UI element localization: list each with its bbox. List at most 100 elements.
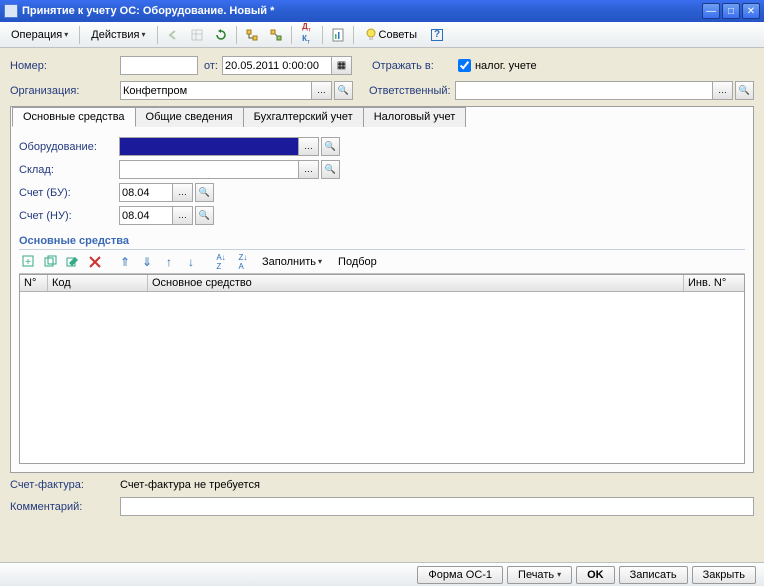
date-picker-button[interactable]: ▦	[332, 56, 352, 75]
tab-accounting[interactable]: Бухгалтерский учет	[243, 107, 364, 127]
tab-general[interactable]: Общие сведения	[135, 107, 244, 127]
search-icon: 🔍	[338, 85, 349, 96]
nav-back-button[interactable]	[162, 24, 184, 46]
maximize-button[interactable]: □	[722, 3, 740, 19]
separator	[79, 26, 80, 44]
org-input[interactable]	[120, 81, 312, 100]
move-up-button[interactable]: ↑	[159, 252, 179, 272]
copy-row-icon	[44, 255, 58, 269]
print-button[interactable]: Печать ▾	[507, 566, 572, 584]
acct-nu-search-button[interactable]: 🔍	[195, 206, 214, 225]
tips-label: Советы	[379, 29, 417, 41]
col-n[interactable]: N°	[20, 275, 48, 291]
tips-button[interactable]: Советы	[358, 25, 424, 45]
operation-label: Операция	[11, 29, 62, 41]
caret-down-icon: ▾	[142, 30, 146, 39]
delete-row-button[interactable]	[85, 252, 105, 272]
warehouse-search-button[interactable]: 🔍	[321, 160, 340, 179]
close-button[interactable]: Закрыть	[692, 566, 756, 584]
tab-tax[interactable]: Налоговый учет	[363, 107, 467, 127]
tax-checkbox[interactable]	[458, 59, 471, 72]
comment-label: Комментарий:	[10, 501, 120, 513]
resp-input[interactable]	[455, 81, 713, 100]
equipment-input[interactable]	[119, 137, 299, 156]
save-label: Записать	[630, 569, 677, 581]
link-icon	[269, 28, 283, 42]
delete-row-icon	[88, 255, 102, 269]
ok-label: OK	[587, 569, 604, 581]
bulb-icon	[365, 28, 377, 42]
print-label: Печать	[518, 569, 554, 581]
acct-bu-search-button[interactable]: 🔍	[195, 183, 214, 202]
search-icon: 🔍	[325, 164, 336, 175]
close-window-button[interactable]: ✕	[742, 3, 760, 19]
comment-input[interactable]	[120, 497, 754, 516]
form-os1-label: Форма ОС-1	[428, 569, 492, 581]
help-button[interactable]: ?	[426, 24, 448, 46]
calendar-button[interactable]	[186, 24, 208, 46]
add-row-button[interactable]: +	[19, 252, 39, 272]
up-icon: ↑	[166, 255, 172, 269]
edit-row-icon	[66, 255, 80, 269]
assets-toolbar: + ⇑ ⇓ ↑ ↓ A↓Z Z↓A Заполнить ▾ Подбор	[19, 250, 745, 274]
tab-main-assets[interactable]: Основные средства	[12, 107, 136, 127]
assets-section-title: Основные средства	[19, 229, 745, 250]
form-os1-button[interactable]: Форма ОС-1	[417, 566, 503, 584]
dtkt-icon: ДтКт	[302, 23, 311, 46]
fill-button[interactable]: Заполнить ▾	[255, 253, 329, 271]
refresh-button[interactable]	[210, 24, 232, 46]
acct-nu-input[interactable]	[119, 206, 173, 225]
resp-choose-button[interactable]: …	[713, 81, 733, 100]
warehouse-choose-button[interactable]: …	[299, 160, 319, 179]
invoice-value: Счет-фактура не требуется	[120, 479, 260, 491]
save-button[interactable]: Записать	[619, 566, 688, 584]
move-top-button[interactable]: ⇑	[115, 252, 135, 272]
form-body: Номер: от: ▦ Отражать в: налог. учете Ор…	[0, 48, 764, 520]
separator	[322, 26, 323, 44]
tree-icon	[245, 28, 259, 42]
resp-search-button[interactable]: 🔍	[735, 81, 754, 100]
warehouse-input[interactable]	[119, 160, 299, 179]
move-down-button[interactable]: ↓	[181, 252, 201, 272]
assets-table[interactable]: N° Код Основное средство Инв. N°	[19, 274, 745, 464]
sort-desc-button[interactable]: Z↓A	[233, 252, 253, 272]
sort-asc-button[interactable]: A↓Z	[211, 252, 231, 272]
separator	[157, 26, 158, 44]
search-icon: 🔍	[199, 187, 210, 198]
ok-button[interactable]: OK	[576, 566, 615, 584]
col-inv[interactable]: Инв. N°	[684, 275, 744, 291]
edit-row-button[interactable]	[63, 252, 83, 272]
report-icon	[332, 28, 344, 42]
equipment-label: Оборудование:	[19, 141, 119, 153]
separator	[353, 26, 354, 44]
minimize-button[interactable]: —	[702, 3, 720, 19]
caret-down-icon: ▾	[318, 257, 322, 266]
copy-row-button[interactable]	[41, 252, 61, 272]
double-up-icon: ⇑	[120, 255, 130, 269]
move-bottom-button[interactable]: ⇓	[137, 252, 157, 272]
col-os[interactable]: Основное средство	[148, 275, 684, 291]
refresh-icon	[215, 29, 227, 41]
tree-button[interactable]	[241, 24, 263, 46]
number-input[interactable]	[120, 56, 198, 75]
link-button[interactable]	[265, 24, 287, 46]
caret-down-icon: ▾	[64, 30, 68, 39]
acct-nu-choose-button[interactable]: …	[173, 206, 193, 225]
equipment-search-button[interactable]: 🔍	[321, 137, 340, 156]
acct-bu-input[interactable]	[119, 183, 173, 202]
org-search-button[interactable]: 🔍	[334, 81, 353, 100]
report-button[interactable]	[327, 24, 349, 46]
actions-menu[interactable]: Действия ▾	[84, 26, 152, 44]
tax-check-wrap[interactable]: налог. учете	[458, 59, 537, 72]
operation-menu[interactable]: Операция ▾	[4, 26, 75, 44]
date-input[interactable]	[222, 56, 332, 75]
warehouse-label: Склад:	[19, 164, 119, 176]
double-down-icon: ⇓	[142, 255, 152, 269]
equipment-choose-button[interactable]: …	[299, 137, 319, 156]
acct-bu-choose-button[interactable]: …	[173, 183, 193, 202]
close-label: Закрыть	[703, 569, 745, 581]
col-kod[interactable]: Код	[48, 275, 148, 291]
pick-button[interactable]: Подбор	[331, 253, 384, 271]
dtkt-button[interactable]: ДтКт	[296, 24, 318, 46]
org-choose-button[interactable]: …	[312, 81, 332, 100]
